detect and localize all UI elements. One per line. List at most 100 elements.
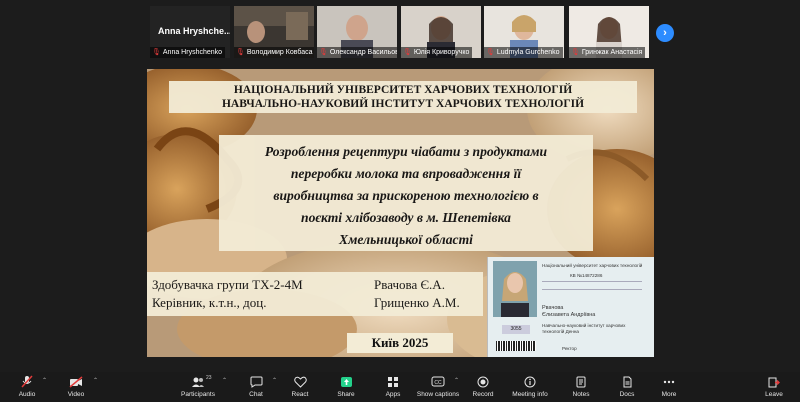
- participants-count: 23: [206, 375, 212, 381]
- participant-name-label: 🎙 Ludmyla Gurchenko: [484, 47, 563, 58]
- docs-label: Docs: [619, 391, 635, 398]
- participant-name-label: 🎙 Anna Hryshchenko: [150, 47, 226, 58]
- author-info: Здобувачка групи ТХ-2-4М Рвачова Є.А. Ке…: [147, 272, 483, 316]
- card-given-names: Єлизавета Андріївна: [542, 312, 596, 318]
- participant-tile[interactable]: 🎙Олександр Васильович Г...: [317, 6, 397, 58]
- card-institute: Навчально-науковий інститут харчових: [542, 323, 626, 328]
- more-button[interactable]: More: [647, 375, 691, 398]
- student-id-card: Національний університет харчових технол…: [487, 257, 654, 357]
- leave-label: Leave: [765, 391, 783, 398]
- chevron-right-icon[interactable]: ›: [656, 24, 674, 42]
- notes-label: Notes: [572, 391, 590, 398]
- supervisor-name: Грищенко А.М.: [374, 295, 460, 310]
- apps-label: Apps: [385, 391, 401, 398]
- topic-line: поєкті хлібозаводу в м. Шепетівка: [301, 210, 511, 225]
- svg-text:CC: CC: [434, 380, 442, 386]
- mic-muted-icon: 🎙: [571, 49, 580, 56]
- docs-button[interactable]: Docs: [605, 375, 649, 398]
- leave-icon: [767, 375, 781, 388]
- shared-screen-slide: НАЦІОНАЛЬНИЙ УНІВЕРСИТЕТ ХАРЧОВИХ ТЕХНОЛ…: [147, 69, 654, 357]
- university-title: НАЦІОНАЛЬНИЙ УНІВЕРСИТЕТ ХАРЧОВИХ ТЕХНОЛ…: [169, 81, 637, 113]
- topic-line: виробництва за прискореною технологією в: [273, 188, 539, 203]
- more-label: More: [661, 391, 677, 398]
- participant-tile-active[interactable]: 🎙 Ludmyla Gurchenko: [484, 6, 564, 58]
- card-divider: [542, 289, 642, 290]
- participant-name-label: 🎙 Юлія Криворучко: [401, 47, 473, 58]
- participant-tile[interactable]: 🎙 Юлія Криворучко: [401, 6, 481, 58]
- mic-muted-icon: [20, 375, 34, 388]
- thesis-topic: Розроблення рецептури чіабати з продукта…: [219, 135, 593, 251]
- audio-label: Audio: [18, 391, 36, 398]
- card-number: КВ №14872286: [570, 273, 603, 278]
- apps-button[interactable]: Apps: [371, 375, 415, 398]
- topic-line: переробки молока та впровадження її: [290, 166, 522, 181]
- chevron-up-icon[interactable]: ⌃: [42, 377, 47, 384]
- card-header: Національний університет харчових технол…: [542, 263, 643, 268]
- chevron-up-icon[interactable]: ⌃: [272, 377, 277, 384]
- participants-label: Participants: [181, 391, 215, 398]
- meeting-info-label: Meeting info: [512, 391, 548, 398]
- video-label: Video: [67, 391, 85, 398]
- topic-line: Хмельницької області: [339, 232, 473, 247]
- participant-name-label: 🎙 Володимир Ковбаса: [234, 47, 314, 58]
- react-label: React: [291, 391, 309, 398]
- chat-label: Chat: [249, 391, 263, 398]
- supervisor-row: Керівник, к.т.н., доц. Грищенко А.М.: [152, 294, 478, 312]
- meeting-info-button[interactable]: Meeting info: [508, 375, 552, 398]
- captions-label: Show captions: [416, 391, 460, 398]
- card-surname: Рвачова: [542, 305, 564, 311]
- participant-tile[interactable]: 🎙 Володимир Ковбаса: [234, 6, 314, 58]
- mic-muted-icon: 🎙: [152, 49, 161, 56]
- chevron-up-icon[interactable]: ⌃: [454, 377, 459, 384]
- share-button[interactable]: Share: [324, 375, 368, 398]
- chevron-up-icon[interactable]: ⌃: [93, 377, 98, 384]
- react-button[interactable]: React: [278, 375, 322, 398]
- city-year: Київ 2025: [347, 333, 453, 353]
- meeting-window: Anna Hryshche... 🎙 Anna Hryshchenko 🎙 Воло…: [0, 0, 800, 402]
- record-icon: [476, 375, 490, 388]
- card-signer: Ректор: [562, 346, 577, 351]
- video-off-icon: [69, 375, 83, 388]
- heart-icon: [293, 375, 307, 388]
- institute-line: НАВЧАЛЬНО-НАУКОВИЙ ІНСТИТУТ ХАРЧОВИХ ТЕХ…: [221, 98, 585, 110]
- chat-icon: [249, 375, 263, 388]
- card-institute-2: технологій Денна: [542, 329, 579, 334]
- participants-button[interactable]: Participants: [176, 375, 220, 398]
- card-photo-number: 3055: [502, 325, 530, 334]
- more-dots-icon: [662, 375, 676, 388]
- share-label: Share: [337, 391, 355, 398]
- record-label: Record: [472, 391, 494, 398]
- participant-display-name: Anna Hryshche...: [158, 26, 230, 36]
- mic-muted-icon: 🎙: [486, 49, 495, 56]
- meeting-toolbar: Audio ⌃ Video ⌃ Participants 23 ⌃ Chat ⌃: [0, 372, 800, 402]
- card-divider: [542, 281, 642, 282]
- info-icon: [523, 375, 537, 388]
- chevron-up-icon[interactable]: ⌃: [222, 377, 227, 384]
- topic-line: Розроблення рецептури чіабати з продукта…: [264, 144, 548, 159]
- supervisor-label: Керівник, к.т.н., доц.: [152, 295, 267, 310]
- captions-icon: CC: [431, 375, 445, 388]
- notes-button[interactable]: Notes: [559, 375, 603, 398]
- share-screen-icon: [339, 375, 353, 388]
- applicant-row: Здобувачка групи ТХ-2-4М Рвачова Є.А.: [152, 276, 478, 294]
- mic-muted-icon: 🎙: [236, 49, 245, 56]
- participant-tile[interactable]: Anna Hryshche... 🎙 Anna Hryshchenko: [150, 6, 230, 58]
- student-photo: [493, 261, 537, 317]
- mic-muted-icon: 🎙: [403, 49, 412, 56]
- applicant-name: Рвачова Є.А.: [374, 277, 445, 292]
- video-button[interactable]: Video: [54, 375, 98, 398]
- participant-name-label: 🎙Олександр Васильович Г...: [317, 47, 397, 58]
- applicant-label: Здобувачка групи ТХ-2-4М: [152, 277, 303, 292]
- apps-icon: [386, 375, 400, 388]
- participant-strip: Anna Hryshche... 🎙 Anna Hryshchenko 🎙 Воло…: [0, 4, 800, 58]
- participant-name-label: 🎙 Гринжак Анастасія: [569, 47, 646, 58]
- participants-icon: [191, 375, 205, 388]
- mic-muted-icon: 🎙: [319, 49, 328, 56]
- notes-icon: [574, 375, 588, 388]
- university-line: НАЦІОНАЛЬНИЙ УНІВЕРСИТЕТ ХАРЧОВИХ ТЕХНОЛ…: [233, 84, 573, 96]
- barcode: [496, 341, 536, 351]
- leave-button[interactable]: Leave: [752, 375, 796, 398]
- document-icon: [620, 375, 634, 388]
- participant-tile[interactable]: 🎙 Гринжак Анастасія: [569, 6, 649, 58]
- record-button[interactable]: Record: [461, 375, 505, 398]
